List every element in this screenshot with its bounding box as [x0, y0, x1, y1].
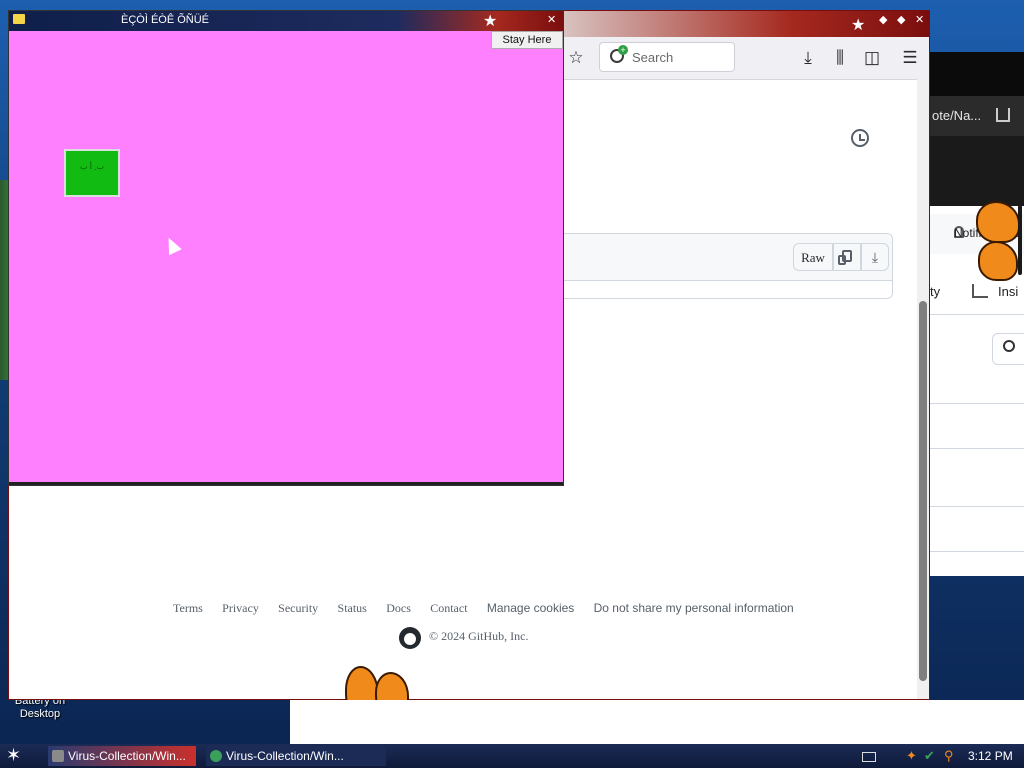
- minimize-button[interactable]: ◆: [879, 13, 887, 26]
- download-icon[interactable]: [996, 108, 1010, 122]
- scrollbar-thumb[interactable]: [919, 301, 927, 681]
- keyboard-icon[interactable]: [862, 752, 876, 762]
- divider: [930, 506, 1024, 507]
- clock: 3:12 PM: [968, 749, 1013, 763]
- search-placeholder: Search: [632, 50, 674, 65]
- library-icon[interactable]: ⫼: [829, 47, 851, 69]
- footer-links: Terms Privacy Security Status Docs Conta…: [173, 601, 810, 616]
- start-icon[interactable]: ✶: [6, 745, 21, 766]
- add-engine-icon: +: [618, 45, 628, 55]
- network-icon[interactable]: ✔: [924, 748, 935, 764]
- footer-link-security[interactable]: Security: [278, 601, 318, 615]
- prank-window[interactable]: ÈÇÒÌ ÉÒÊ ÕÑÜÉ ★ ✕ Stay Here ب ِ أ ب: [8, 10, 564, 486]
- download-raw-button[interactable]: ⤓: [861, 243, 889, 271]
- divider: [930, 448, 1024, 449]
- footer-link-status[interactable]: Status: [338, 601, 367, 615]
- background-address-text: ote/Na...: [932, 108, 982, 123]
- prank-window-title: ÈÇÒÌ ÉÒÊ ÕÑÜÉ: [121, 14, 210, 26]
- scrollbar[interactable]: [917, 79, 929, 699]
- copy-icon: [838, 250, 852, 265]
- sidebar-icon[interactable]: ◫: [861, 47, 883, 69]
- star-icon: ★: [483, 13, 498, 30]
- search-input[interactable]: + Search: [599, 42, 735, 72]
- system-tray: ✦ ✔ ⚲ 3:12 PM: [858, 746, 1024, 766]
- footer-link-privacy[interactable]: Privacy: [222, 601, 259, 615]
- background-browser-window: ote/Na... Notifications ty Insi: [930, 96, 1024, 576]
- taskbar-item[interactable]: Virus-Collection/Win...: [48, 746, 196, 766]
- copyright-text: © 2024 GitHub, Inc.: [429, 629, 529, 643]
- prank-bottom-border: [9, 482, 563, 485]
- footer-link-terms[interactable]: Terms: [173, 601, 203, 615]
- history-icon[interactable]: [851, 129, 869, 147]
- search-tray-icon[interactable]: ⚲: [944, 748, 954, 764]
- bookmark-star-icon[interactable]: ☆: [565, 47, 587, 69]
- prank-title-bar[interactable]: ÈÇÒÌ ÉÒÊ ÕÑÜÉ ★ ✕: [9, 11, 563, 31]
- taskbar-item-label: Virus-Collection/Win...: [226, 749, 344, 763]
- green-button[interactable]: ب ِ أ ب: [64, 149, 120, 197]
- butterfly-tray-icon[interactable]: ✦: [906, 748, 917, 764]
- tab-activity[interactable]: ty: [930, 284, 940, 299]
- folder-icon: [13, 14, 25, 24]
- download-icon[interactable]: ⤓: [797, 47, 819, 69]
- footer-link-contact[interactable]: Contact: [430, 601, 467, 615]
- taskbar: ✶ Virus-Collection/Win... Virus-Collecti…: [0, 744, 1024, 768]
- divider: [930, 551, 1024, 552]
- background-address-bar[interactable]: ote/Na...: [930, 96, 1024, 136]
- taskbar-item[interactable]: Virus-Collection/Win...: [206, 746, 386, 766]
- window-icon: [52, 750, 64, 762]
- star-icon: ★: [851, 17, 866, 34]
- github-logo-icon[interactable]: [399, 627, 421, 649]
- footer-link-docs[interactable]: Docs: [386, 601, 411, 615]
- menu-icon[interactable]: ☰: [899, 47, 921, 69]
- close-icon[interactable]: ✕: [547, 13, 556, 26]
- maximize-button[interactable]: ◆: [897, 13, 905, 26]
- page-footer: Terms Privacy Security Status Docs Conta…: [9, 601, 909, 661]
- divider: [930, 403, 1024, 404]
- taskbar-item-label: Virus-Collection/Win...: [68, 749, 186, 763]
- copy-button[interactable]: [833, 243, 861, 271]
- repo-search-button[interactable]: [992, 333, 1024, 365]
- browser-icon: [210, 750, 222, 762]
- background-page-strip: [290, 700, 1024, 744]
- footer-link-manage-cookies[interactable]: Manage cookies: [487, 601, 574, 615]
- raw-button[interactable]: Raw: [793, 243, 833, 271]
- stay-here-button[interactable]: Stay Here: [491, 31, 563, 49]
- close-button[interactable]: ✕: [915, 13, 924, 26]
- search-icon: [1003, 340, 1015, 352]
- butterfly-icon: [972, 195, 1024, 290]
- footer-link-do-not-share[interactable]: Do not share my personal information: [594, 601, 794, 615]
